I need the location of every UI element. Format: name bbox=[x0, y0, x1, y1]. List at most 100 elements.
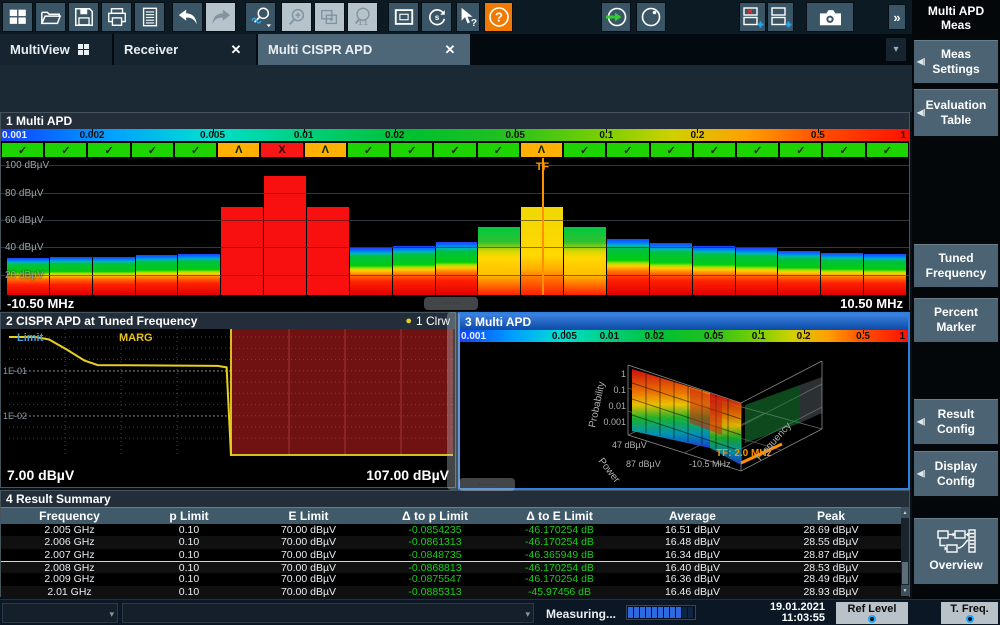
table-cell: 16.48 dBµV bbox=[626, 536, 759, 548]
apd-bar bbox=[350, 248, 392, 295]
table-cell: 0.10 bbox=[138, 524, 240, 536]
table-row[interactable]: 2.009 GHz0.1070.00 dBµV-0.0875547-46.170… bbox=[1, 573, 909, 585]
limit-check-cell-pass: ✓ bbox=[606, 142, 649, 158]
table-scrollbar[interactable]: ▲ ▼ bbox=[901, 507, 909, 596]
y-axis-label: 60 dBµV bbox=[5, 215, 44, 226]
sync-button[interactable]: s bbox=[421, 2, 452, 32]
status-dropdown-1[interactable]: ▾ bbox=[2, 603, 118, 623]
vertical-splitter-handle[interactable]: · · · · bbox=[447, 312, 460, 490]
zoom-1to1-icon: 1:1 bbox=[352, 6, 374, 28]
softkey-percent-marker[interactable]: Percent Marker bbox=[913, 297, 999, 343]
column-header[interactable]: Average bbox=[626, 508, 759, 525]
preset-button[interactable] bbox=[601, 2, 631, 32]
add-window-button[interactable] bbox=[767, 2, 794, 32]
softkey-meas-settings[interactable]: ◀| Meas Settings bbox=[913, 39, 999, 84]
column-header[interactable]: Peak bbox=[759, 508, 903, 525]
open-file-button[interactable] bbox=[35, 2, 66, 32]
scroll-down-button[interactable]: ▼ bbox=[901, 585, 909, 596]
softkey-tuned-frequency[interactable]: Tuned Frequency bbox=[913, 243, 999, 288]
screenshot-button[interactable] bbox=[806, 2, 854, 32]
softkey-display-config[interactable]: ◀| Display Config bbox=[913, 450, 999, 497]
softkey-result-config[interactable]: ◀| Result Config bbox=[913, 398, 999, 445]
table-cell: -46.170254 dB bbox=[493, 573, 626, 585]
report-button[interactable] bbox=[134, 2, 165, 32]
scale-tick-mark bbox=[564, 330, 565, 334]
close-icon[interactable]: ✕ bbox=[226, 40, 246, 60]
tab-multi-cispr-apd[interactable]: Multi CISPR APD ✕ bbox=[258, 34, 470, 65]
scroll-up-icon: ▲ bbox=[903, 510, 908, 516]
preset-icon bbox=[604, 5, 628, 29]
column-header[interactable]: Δ to p Limit bbox=[377, 508, 493, 525]
z-tick-1: 1 bbox=[621, 369, 626, 379]
table-cell: 16.46 dBµV bbox=[626, 586, 759, 598]
table-row[interactable]: 2.01 GHz0.1070.00 dBµV-0.0885313-45.9745… bbox=[1, 586, 909, 598]
scrollbar-thumb[interactable] bbox=[902, 562, 908, 584]
context-help-cursor-icon: ? bbox=[457, 6, 479, 28]
probability-color-scale-3d: 0.0010.0050.010.020.050.10.20.51 bbox=[460, 330, 908, 343]
limit-check-cell-pass: ✓ bbox=[736, 142, 779, 158]
windows-logo-button[interactable] bbox=[2, 2, 33, 32]
tab-list-caret[interactable]: ▾ bbox=[886, 38, 906, 61]
table-row[interactable]: 2.005 GHz0.1070.00 dBµV-0.0854235-46.170… bbox=[1, 524, 909, 536]
softkey-overview[interactable]: Overview bbox=[913, 517, 999, 585]
print-icon bbox=[106, 6, 128, 28]
tab-multiview[interactable]: MultiView bbox=[0, 34, 112, 65]
context-help-button[interactable]: ? bbox=[456, 2, 480, 32]
toolbar-more-button[interactable]: » bbox=[888, 4, 906, 30]
table-row[interactable]: 2.008 GHz0.1070.00 dBµV-0.0868813-46.170… bbox=[1, 561, 909, 573]
column-header[interactable]: Frequency bbox=[1, 508, 138, 525]
channel-info-bar[interactable]: / 0.10 dB Att 10 dB Input 1 AC ABW 1 MHz… bbox=[0, 65, 912, 112]
zoom-1to1-button[interactable]: 1:1 bbox=[347, 2, 378, 32]
scale-tick-mark bbox=[804, 330, 805, 334]
status-dropdown-2[interactable]: ▾ bbox=[122, 603, 534, 623]
column-header[interactable]: E Limit bbox=[240, 508, 377, 525]
progress-segment bbox=[640, 607, 645, 618]
horizontal-splitter-handle[interactable]: ····· bbox=[424, 297, 478, 310]
measurement-progress-bar bbox=[626, 605, 696, 620]
table-cell: 2.008 GHz bbox=[1, 562, 138, 574]
y-axis-label: 80 dBµV bbox=[5, 188, 44, 199]
table-row[interactable]: 2.006 GHz0.1070.00 dBµV-0.0861313-46.170… bbox=[1, 536, 909, 548]
scroll-up-button[interactable]: ▲ bbox=[901, 507, 909, 518]
column-header[interactable]: Δ to E Limit bbox=[493, 508, 626, 525]
table-row[interactable]: 2.007 GHz0.1070.00 dBµV-0.0848735-46.365… bbox=[1, 549, 909, 561]
ref-level-knob-button[interactable]: Ref Level bbox=[836, 602, 908, 624]
trace-legend: ● 1 Clrw bbox=[405, 314, 450, 328]
limit-check-cell-pass: ✓ bbox=[779, 142, 822, 158]
tab-label: Receiver bbox=[124, 42, 178, 57]
zoom-multi-button[interactable] bbox=[314, 2, 345, 32]
x-axis-left-label: 7.00 dBµV bbox=[7, 467, 75, 483]
z-tick-001: 0.01 bbox=[608, 401, 626, 411]
open-dialog-arrow-icon: ◀| bbox=[917, 417, 925, 427]
window1-title: 1 Multi APD bbox=[1, 113, 909, 129]
limit-check-cell-pass: ✓ bbox=[866, 142, 909, 158]
close-icon[interactable]: ✕ bbox=[440, 40, 460, 60]
tab-receiver[interactable]: Receiver ✕ bbox=[114, 34, 256, 65]
apd-bar bbox=[478, 227, 520, 296]
scale-tick-mark bbox=[654, 330, 655, 334]
horizontal-splitter-handle-2[interactable]: ····· bbox=[459, 478, 515, 491]
scale-tick: 0.001 bbox=[461, 330, 486, 343]
print-button[interactable] bbox=[101, 2, 132, 32]
progress-segment bbox=[658, 607, 663, 618]
table-cell: 2.009 GHz bbox=[1, 573, 138, 585]
limit-check-cell-pass: ✓ bbox=[87, 142, 130, 158]
progress-segment bbox=[682, 607, 687, 618]
table-cell: -45.97456 dB bbox=[493, 586, 626, 598]
help-button[interactable]: ? bbox=[484, 2, 513, 32]
limit-check-cell-pass: ✓ bbox=[563, 142, 606, 158]
add-window-delete-button[interactable] bbox=[739, 2, 766, 32]
save-button[interactable] bbox=[68, 2, 99, 32]
knob-button[interactable] bbox=[636, 2, 666, 32]
frame-button[interactable] bbox=[388, 2, 419, 32]
tuned-frequency-marker-line bbox=[542, 158, 544, 295]
zoom-signal-button[interactable] bbox=[245, 2, 276, 32]
overview-flow-icon bbox=[936, 529, 976, 555]
column-header[interactable]: p Limit bbox=[138, 508, 240, 525]
zoom-in-button[interactable] bbox=[281, 2, 312, 32]
progress-segment bbox=[652, 607, 657, 618]
softkey-evaluation-table[interactable]: ◀| Evaluation Table bbox=[913, 88, 999, 137]
redo-button[interactable] bbox=[205, 2, 236, 32]
undo-button[interactable] bbox=[172, 2, 203, 32]
tuned-freq-knob-button[interactable]: T. Freq. bbox=[941, 602, 998, 624]
